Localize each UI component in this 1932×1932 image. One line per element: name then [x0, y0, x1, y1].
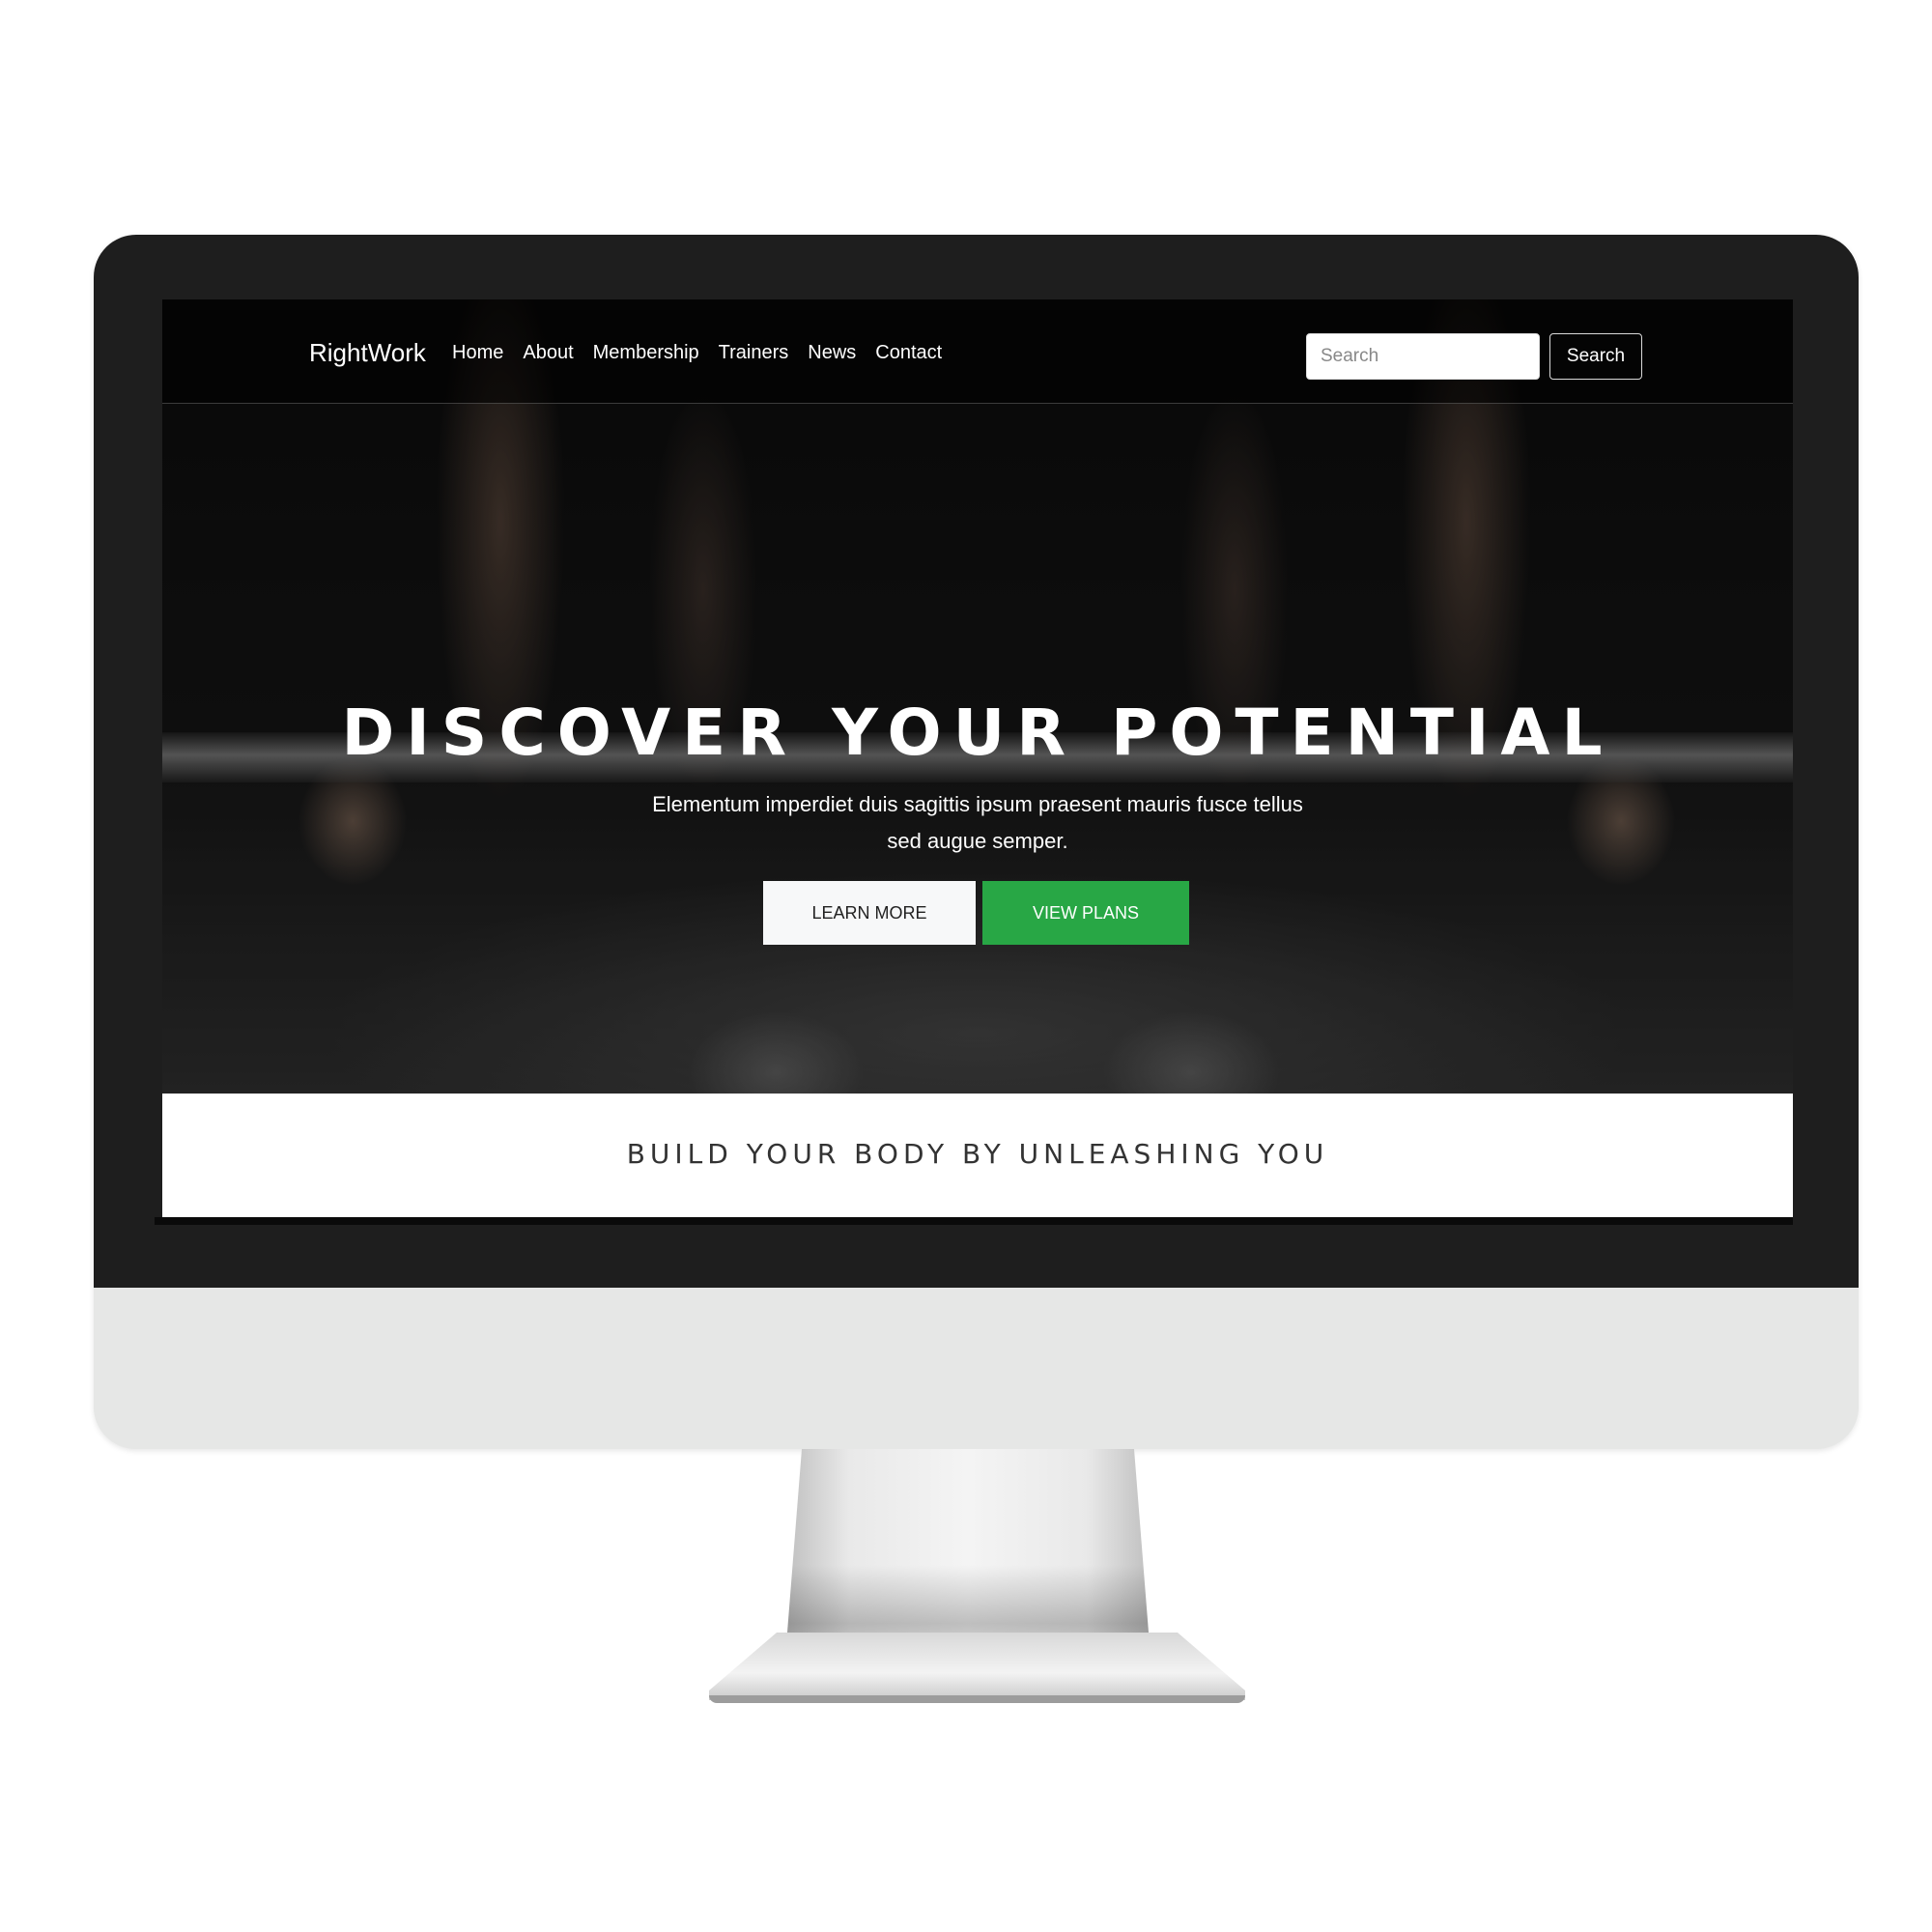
intro-section: BUILD YOUR BODY BY UNLEASHING YOU — [162, 1094, 1793, 1217]
search-button[interactable]: Search — [1549, 333, 1642, 380]
nav-link-membership[interactable]: Membership — [593, 342, 699, 364]
search-input[interactable] — [1306, 333, 1540, 380]
screen-bottom-edge — [155, 1217, 1793, 1225]
nav-link-news[interactable]: News — [808, 342, 856, 364]
nav-link-trainers[interactable]: Trainers — [719, 342, 789, 364]
monitor-chin — [94, 1288, 1859, 1449]
learn-more-button[interactable]: LEARN MORE — [763, 881, 976, 945]
hero-title: DISCOVER YOUR POTENTIAL — [341, 696, 1614, 770]
navbar: RightWork Home About Membership Trainers… — [162, 299, 1793, 404]
nav-links: Home About Membership Trainers News Cont… — [452, 342, 961, 364]
nav-link-about[interactable]: About — [523, 342, 573, 364]
mockup-stage: RightWork Home About Membership Trainers… — [0, 0, 1932, 1932]
nav-link-contact[interactable]: Contact — [875, 342, 942, 364]
monitor-stand-foot — [709, 1633, 1245, 1700]
website-screen: RightWork Home About Membership Trainers… — [162, 299, 1793, 1217]
hero-section: RightWork Home About Membership Trainers… — [162, 299, 1793, 1094]
monitor-stand-base — [709, 1695, 1245, 1703]
nav-link-home[interactable]: Home — [452, 342, 503, 364]
brand-logo[interactable]: RightWork — [309, 338, 426, 368]
view-plans-button[interactable]: VIEW PLANS — [982, 881, 1189, 945]
section-heading: BUILD YOUR BODY BY UNLEASHING YOU — [626, 1138, 1329, 1170]
hero-subtitle: Elementum imperdiet duis sagittis ipsum … — [652, 792, 1303, 853]
